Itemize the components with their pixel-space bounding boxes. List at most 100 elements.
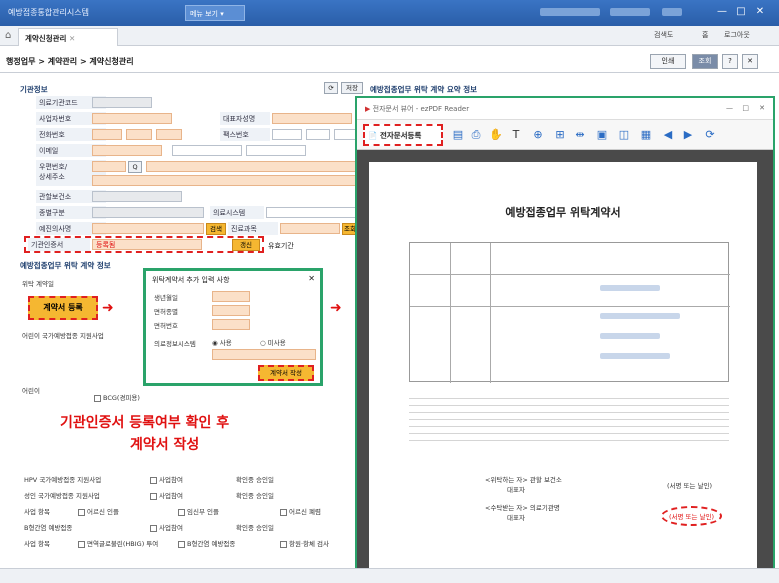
phone-field-3[interactable] [156, 129, 182, 140]
label-contract-date: 위탁 계약일 [22, 280, 54, 288]
print-icon[interactable]: ⎙ [469, 128, 483, 142]
breadcrumb: 행정업무 > 계약관리 > 계약신청관리 [6, 57, 134, 66]
arrow-right-icon: ➜ [330, 300, 342, 316]
department-field[interactable] [280, 223, 340, 234]
redacted [600, 333, 660, 339]
inquiry-button[interactable]: 조회 [692, 54, 718, 69]
radio-use[interactable]: ◉ 사용 [212, 337, 232, 347]
minimize-icon[interactable]: — [715, 5, 729, 19]
cert-register-button[interactable]: 📄 전자문서등록 [363, 124, 443, 146]
viewer-close-icon[interactable]: ✕ [759, 104, 765, 112]
redacted [600, 285, 660, 291]
user-info [610, 8, 650, 16]
address-field[interactable] [146, 161, 358, 172]
refresh-icon[interactable]: ⟳ [324, 82, 338, 94]
save-icon[interactable]: ▤ [451, 128, 465, 142]
menu-dropdown[interactable]: 메뉴 보기 ▾ [185, 5, 245, 21]
checkbox-hepb[interactable]: 사업참여 [150, 522, 183, 532]
popup-close-icon[interactable]: ✕ [308, 274, 315, 283]
label-validity: 유효기간 [268, 242, 294, 250]
label-nip: 어린이 국가예방접종 지원사업 [22, 332, 104, 340]
layout-icon[interactable]: ▦ [639, 128, 653, 142]
label-item-2: 사업 항목 [24, 540, 50, 548]
fax-field-2[interactable] [306, 129, 330, 140]
breadcrumb-bar: 행정업무 > 계약관리 > 계약신청관리 인쇄 조회 ? ✕ [0, 50, 779, 72]
checkbox-adult[interactable]: 사업참여 [150, 490, 183, 500]
document-canvas[interactable]: 예방접종업무 위탁계약서 <위탁하는 자> 관할 보건소 대표자 <수탁받는 자… [357, 150, 773, 572]
prev-icon[interactable]: ◀ [661, 128, 675, 142]
health-center-field [92, 191, 182, 202]
maximize-icon[interactable]: □ [734, 5, 748, 19]
two-page-icon[interactable]: ◫ [617, 128, 631, 142]
zoom-icon[interactable]: ⊕ [531, 128, 545, 142]
business-no-field[interactable] [92, 113, 172, 124]
label-cert: 기관인증서 [28, 238, 90, 251]
logout-link[interactable]: 로그아웃 [724, 30, 750, 40]
viewer-min-icon[interactable]: — [726, 104, 733, 112]
help-button[interactable]: ? [722, 54, 738, 69]
popup-system-field[interactable] [212, 349, 316, 360]
viewer-max-icon[interactable]: □ [742, 104, 749, 112]
doctor-search-button[interactable]: 검색 [206, 223, 226, 235]
fax-field-1[interactable] [272, 129, 302, 140]
search-zip-icon[interactable]: Q [128, 161, 142, 173]
fit-page-icon[interactable]: ⊞ [553, 128, 567, 142]
window-titlebar: 예방접종통합관리시스템 메뉴 보기 ▾ — □ ✕ [0, 0, 779, 26]
checkbox-elderly-pneumo[interactable]: 어르신 폐렴 [280, 506, 321, 516]
doc-signer-1: <위탁하는 자> 관할 보건소 [485, 476, 562, 484]
email-domain-select[interactable] [246, 145, 306, 156]
checkbox-hpv[interactable]: 사업참여 [150, 474, 183, 484]
popup-birth-field[interactable] [212, 291, 250, 302]
zipcode-field[interactable] [92, 161, 126, 172]
tab-contract[interactable]: 계약신청관리 ✕ [18, 28, 118, 46]
email-domain-field[interactable] [172, 145, 242, 156]
redacted [600, 353, 670, 359]
checkbox-hbig[interactable]: 면역글로불린(HBIG) 투여 [78, 538, 158, 548]
pdf-icon: ▶ [365, 105, 371, 113]
label-adult: 성인 국가예방접종 지원사업 [24, 492, 100, 500]
checkbox-hepb-vacc[interactable]: B형간염 예방접종 [178, 538, 235, 548]
checkbox-elderly-flu[interactable]: 어르신 인플 [78, 506, 119, 516]
label-item: 사업 항목 [24, 508, 50, 516]
document-page: 예방접종업무 위탁계약서 <위탁하는 자> 관할 보건소 대표자 <수탁받는 자… [369, 162, 757, 572]
save-button[interactable]: 저장 [341, 82, 363, 94]
section-institution: 기관정보 [20, 85, 48, 94]
address-detail-field[interactable] [92, 175, 358, 186]
renew-button[interactable]: 갱신 [232, 239, 260, 251]
quick-menu-link[interactable]: 검색도 [654, 30, 673, 40]
popup-license-type-field[interactable] [212, 305, 250, 316]
medical-system-select[interactable] [266, 207, 358, 218]
close-icon[interactable]: ✕ [753, 5, 767, 19]
email-id-field[interactable] [92, 145, 162, 156]
tab-close-icon[interactable]: ✕ [69, 34, 75, 43]
doctor-field[interactable] [92, 223, 204, 234]
fit-width-icon[interactable]: ⇹ [573, 128, 587, 142]
phone-field-2[interactable] [126, 129, 152, 140]
checkbox-pregnant-flu[interactable]: 임신부 인플 [178, 506, 219, 516]
tab-label: 계약신청관리 [25, 34, 67, 43]
ceo-name-field[interactable] [272, 113, 352, 124]
page-icon[interactable]: ▣ [595, 128, 609, 142]
annotation-line2: 계약서 작성 [130, 437, 200, 453]
contract-write-button[interactable]: 계약서 작성 [258, 365, 314, 381]
viewer-title: ▶ 전자문서 뷰어 - ezPDF Reader — □ ✕ [357, 98, 773, 120]
rotate-icon[interactable]: ⟳ [703, 128, 717, 142]
doc-sign-label-1: (서명 또는 날인) [667, 482, 713, 490]
popup-label-license-no: 면허번호 [154, 322, 178, 330]
type-select[interactable] [92, 207, 204, 218]
contract-register-button[interactable]: 계약서 등록 [28, 296, 98, 320]
checkbox-bcg[interactable]: BCG(경피용) [94, 392, 140, 402]
home-icon[interactable]: ⌂ [5, 30, 11, 41]
close-page-button[interactable]: ✕ [742, 54, 758, 69]
radio-not-use[interactable]: ○ 미사용 [260, 337, 286, 347]
hand-icon[interactable]: ✋ [489, 128, 503, 142]
checkbox-antigen[interactable]: 항원·항체 검사 [280, 538, 329, 548]
phone-field-1[interactable] [92, 129, 122, 140]
label-ceo-name: 대표자성명 [220, 112, 270, 125]
popup-license-no-field[interactable] [212, 319, 250, 330]
section-summary: 예방접종업무 위탁 계약 요약 정보 [370, 85, 478, 94]
text-select-icon[interactable]: T [509, 128, 523, 142]
next-icon[interactable]: ▶ [681, 128, 695, 142]
home-link[interactable]: 홈 [702, 30, 708, 40]
print-button[interactable]: 인쇄 [650, 54, 686, 69]
